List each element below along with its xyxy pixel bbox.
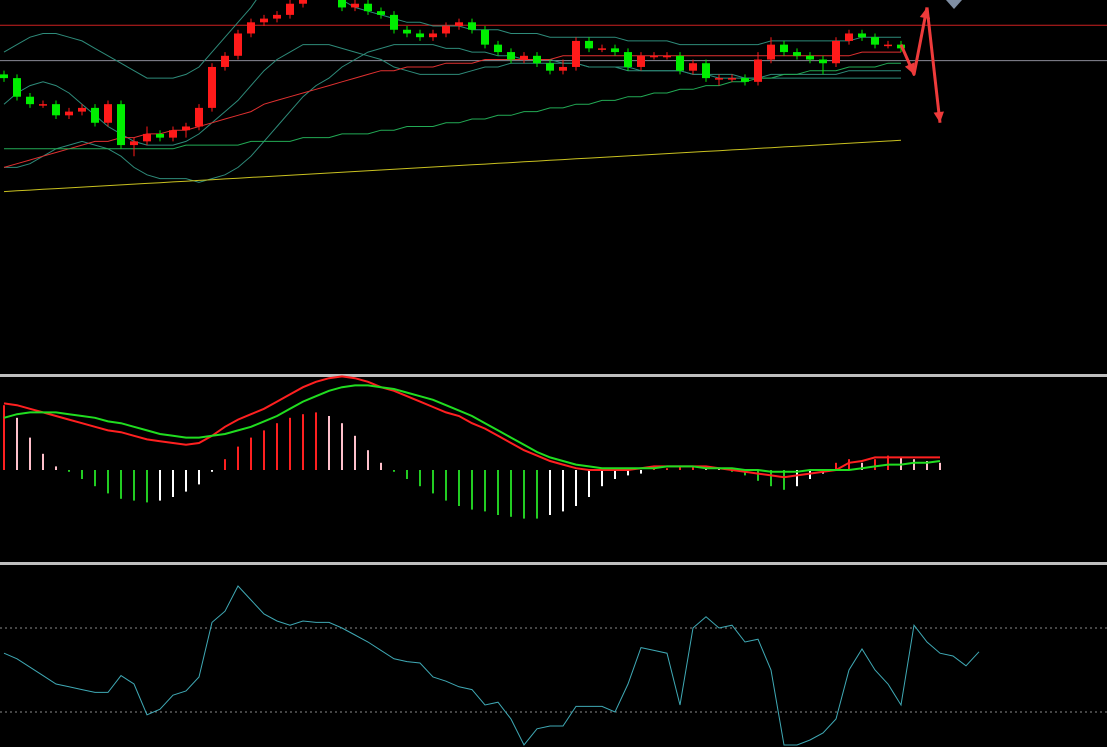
candle-body [195,107,203,127]
candle-body [65,111,73,116]
candle-body [416,33,424,38]
candle-body [572,40,580,67]
candle-body [546,63,554,71]
price-line-boll [4,44,901,183]
candle-body [806,55,814,60]
candle-body [741,78,749,82]
candle-body [91,107,99,123]
candle-body [468,22,476,30]
candle-body [143,133,151,142]
candle-body [767,44,775,60]
candle-body [78,107,86,112]
price-line-boll [3,44,901,146]
candle-body [156,133,164,138]
candle-body [494,44,502,53]
candle-body [533,55,541,64]
candle-body [715,78,723,80]
candle-body [871,37,879,45]
candle-body [780,44,788,53]
candle-body [0,74,8,79]
candle-body [247,22,255,34]
macd-panel [3,375,941,519]
candle-body [650,55,658,58]
candle-body [702,63,710,79]
candle-body [481,29,489,45]
candle-body [351,3,359,8]
oscillator-line [3,585,980,746]
candle-body [104,104,112,123]
candle-body [559,66,567,71]
candle-body [273,14,281,19]
candle-body [390,14,398,30]
macd-line-macd_dea [3,384,941,473]
candle-body [728,78,736,80]
price-panel [0,0,1107,193]
candle-body [507,52,515,60]
candle-body [442,26,450,34]
oscillator-panel [0,585,1107,746]
candle-body [208,66,216,108]
candle-body [624,52,632,67]
projection-path [925,7,942,123]
macd-line-macd_dif [3,375,940,479]
candle-body [260,18,268,23]
candle-body [637,55,645,67]
chart-stage [0,0,1107,747]
candle-body [520,55,528,60]
candle-body [832,40,840,64]
candle-body [884,44,892,47]
candle-body [364,3,372,12]
candle-body [286,3,294,15]
trading-chart [0,0,1107,746]
candle-body [585,40,593,49]
candle-body [819,59,827,64]
price-line-boll [3,0,901,79]
candle-body [26,96,34,105]
candle-body [377,11,385,15]
candle-body [598,48,606,50]
candle-body [858,33,866,38]
candle-body [39,104,47,106]
candle-body [221,55,229,67]
candle-body [52,104,60,116]
corner-marker-icon [946,0,962,9]
candle-body [338,0,346,8]
candle-body [169,130,177,138]
price-line-ma_yellow [3,139,902,193]
projection-arrows [899,7,944,123]
candle-body [130,141,138,146]
candle-body [754,59,762,82]
price-line-ma_red [3,51,901,168]
candle-body [689,63,697,71]
candle-body [182,126,190,131]
candle-body [611,48,619,53]
candle-body [663,55,671,58]
candle-body [403,29,411,34]
candle-body [13,78,21,97]
candle-body [234,33,242,56]
candle-body [845,33,853,41]
candle-body [676,55,684,71]
candle-body [429,33,437,38]
candle-body [455,22,463,27]
candle-body [117,104,125,146]
candle-body [299,0,307,4]
candle-body [793,52,801,56]
